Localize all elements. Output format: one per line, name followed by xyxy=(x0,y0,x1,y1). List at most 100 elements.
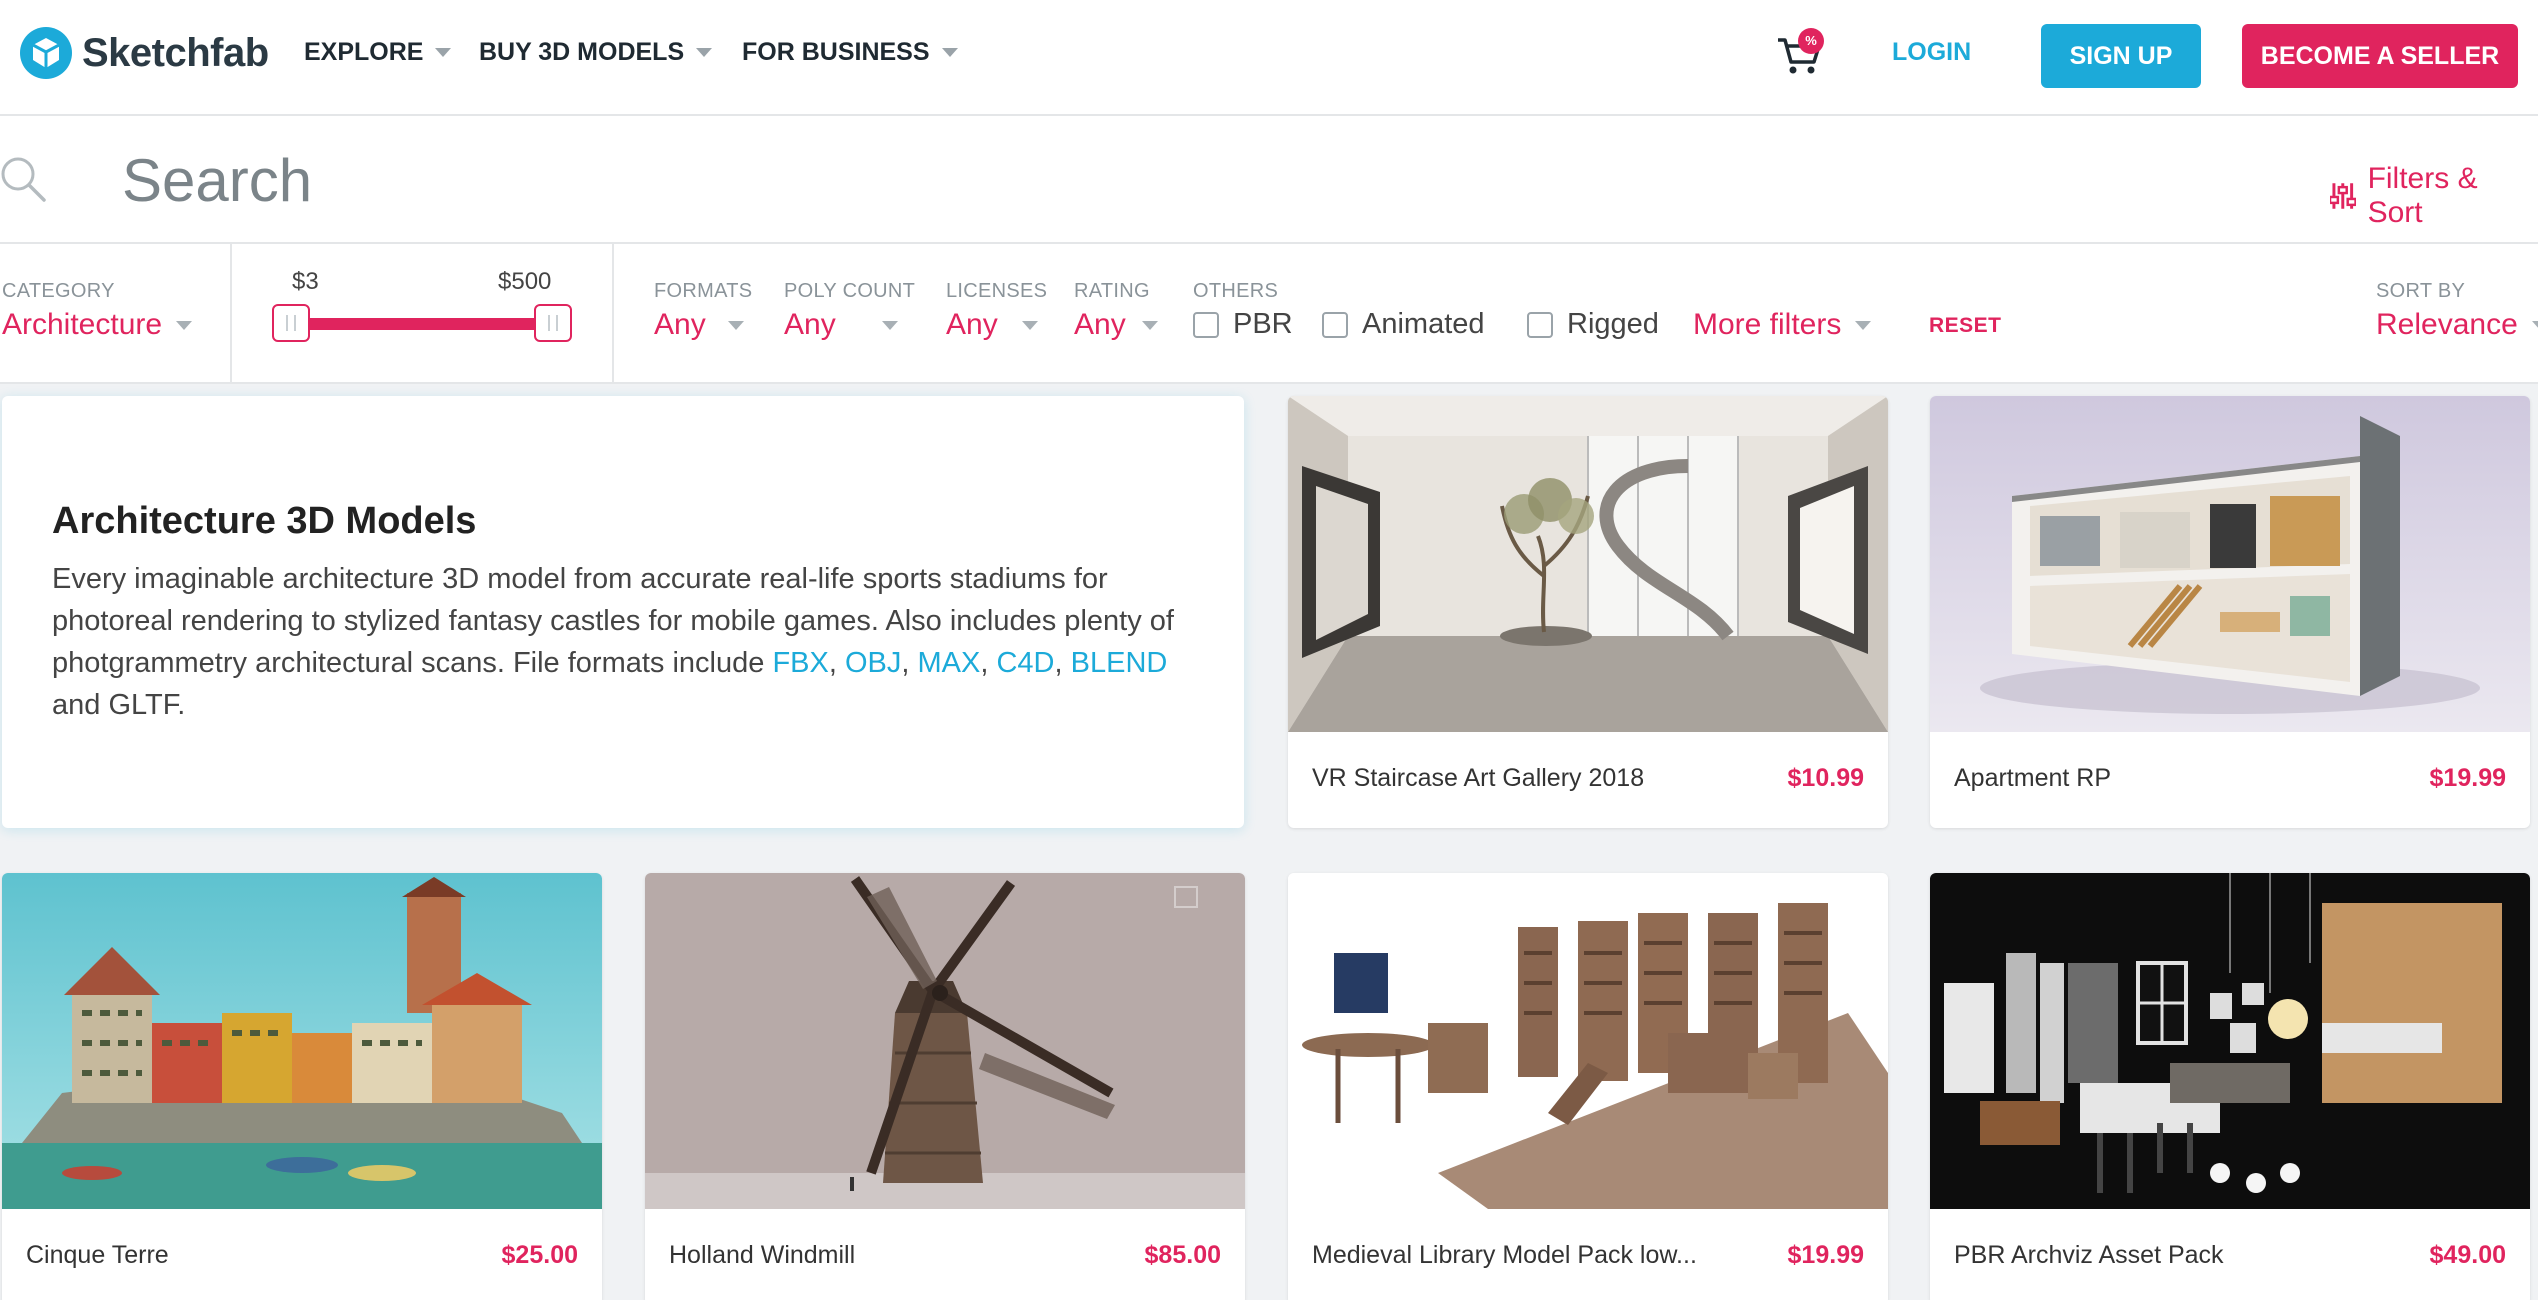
search-icon xyxy=(1,157,46,202)
checkbox-icon xyxy=(1193,311,1219,338)
checkbox-icon xyxy=(1322,311,1348,338)
rigged-checkbox[interactable]: Rigged xyxy=(1527,308,1659,341)
login-link[interactable]: LOGIN xyxy=(1892,38,1971,67)
sort-by-label: SORT BY xyxy=(2376,280,2466,302)
price-min-handle[interactable] xyxy=(272,304,310,342)
apartment-thumbnail-image xyxy=(1930,396,2530,732)
sort-value: Relevance xyxy=(2376,308,2518,341)
chevron-down-icon xyxy=(435,48,452,57)
filter-bar: CATEGORY Architecture $3 $500 FORMATS An… xyxy=(0,244,2538,384)
model-title[interactable]: VR Staircase Art Gallery 2018 xyxy=(1312,764,1644,793)
pbr-label: PBR xyxy=(1233,308,1293,340)
model-thumbnail[interactable] xyxy=(645,873,1245,1209)
checkbox-icon xyxy=(1527,311,1553,338)
divider xyxy=(612,244,614,384)
rigged-label: Rigged xyxy=(1567,308,1659,340)
licenses-value: Any xyxy=(946,308,998,341)
model-card[interactable]: Holland Windmill $85.00 xyxy=(645,873,1245,1300)
more-filters-dropdown[interactable]: More filters xyxy=(1693,308,1872,342)
poly-count-value: Any xyxy=(784,308,836,341)
formats-dropdown[interactable]: Any xyxy=(654,308,744,342)
cart-badge: % xyxy=(1798,28,1824,54)
model-thumbnail[interactable] xyxy=(1930,873,2530,1209)
sliders-icon xyxy=(2330,183,2356,209)
signup-button[interactable]: SIGN UP xyxy=(2041,24,2201,88)
model-title[interactable]: Holland Windmill xyxy=(669,1241,855,1270)
model-price: $19.99 xyxy=(1787,1241,1864,1269)
nav-explore[interactable]: EXPLORE xyxy=(304,38,452,67)
rating-label: RATING xyxy=(1074,280,1150,302)
rating-dropdown[interactable]: Any xyxy=(1074,308,1158,342)
category-description: Every imaginable architecture 3D model f… xyxy=(52,563,1174,721)
poly-count-label: POLY COUNT xyxy=(784,280,916,302)
model-title[interactable]: Cinque Terre xyxy=(26,1241,169,1270)
model-title[interactable]: PBR Archviz Asset Pack xyxy=(1954,1241,2224,1270)
chevron-down-icon xyxy=(727,320,744,330)
format-link-obj[interactable]: OBJ xyxy=(845,647,901,679)
archviz-thumbnail-image xyxy=(1930,873,2530,1209)
model-card[interactable]: Medieval Library Model Pack low... $19.9… xyxy=(1288,873,1888,1300)
library-thumbnail-image xyxy=(1288,873,1888,1209)
nav-business-label: FOR BUSINESS xyxy=(742,38,930,66)
model-thumbnail[interactable] xyxy=(1288,873,1888,1209)
filters-sort-label: Filters & Sort xyxy=(2367,162,2478,229)
filters-sort-button[interactable]: Filters & Sort xyxy=(2330,162,2538,230)
chevron-down-icon xyxy=(1855,320,1872,330)
format-link-fbx[interactable]: FBX xyxy=(772,647,828,679)
model-thumbnail[interactable] xyxy=(1930,396,2530,732)
rating-value: Any xyxy=(1074,308,1126,341)
model-thumbnail[interactable] xyxy=(2,873,602,1209)
chevron-down-icon xyxy=(941,48,958,57)
windmill-thumbnail-image xyxy=(645,873,1245,1209)
category-intro-card: Architecture 3D Models Every imaginable … xyxy=(2,396,1244,828)
sketchfab-page: Sketchfab EXPLORE BUY 3D MODELS FOR BUSI… xyxy=(0,0,2538,1300)
cinque-terre-thumbnail-image xyxy=(2,873,602,1209)
format-link-max[interactable]: MAX xyxy=(918,647,981,679)
sort-dropdown[interactable]: Relevance xyxy=(2376,308,2538,342)
animated-checkbox[interactable]: Animated xyxy=(1322,308,1485,341)
price-min-label: $3 xyxy=(292,268,319,295)
price-max-label: $500 xyxy=(498,268,552,295)
chevron-down-icon xyxy=(1141,320,1158,330)
gallery-thumbnail-image xyxy=(1288,396,1888,732)
poly-count-dropdown[interactable]: Any xyxy=(784,308,898,342)
nav-for-business[interactable]: FOR BUSINESS xyxy=(742,38,958,67)
model-price: $85.00 xyxy=(1144,1241,1221,1269)
sketchfab-logo-icon xyxy=(20,27,72,79)
become-seller-button[interactable]: BECOME A SELLER xyxy=(2242,24,2518,88)
category-dropdown[interactable]: Architecture xyxy=(2,308,193,342)
reset-button[interactable]: RESET xyxy=(1929,314,2002,338)
format-link-c4d[interactable]: C4D xyxy=(996,647,1054,679)
format-link-blend[interactable]: BLEND xyxy=(1071,647,1168,679)
model-thumbnail[interactable] xyxy=(1288,396,1888,732)
model-card[interactable]: PBR Archviz Asset Pack $49.00 xyxy=(1930,873,2530,1300)
model-price: $25.00 xyxy=(501,1241,578,1269)
animated-label: Animated xyxy=(1362,308,1485,340)
model-price: $10.99 xyxy=(1787,764,1864,792)
divider xyxy=(230,244,232,384)
logo[interactable]: Sketchfab xyxy=(20,26,269,80)
description-text-end: and GLTF. xyxy=(52,689,186,721)
chevron-down-icon xyxy=(1021,320,1038,330)
model-card[interactable]: Cinque Terre $25.00 xyxy=(2,873,602,1300)
model-title[interactable]: Medieval Library Model Pack low... xyxy=(1312,1241,1697,1270)
model-price: $19.99 xyxy=(2429,764,2506,792)
licenses-label: LICENSES xyxy=(946,280,1048,302)
chevron-down-icon xyxy=(881,320,898,330)
model-title[interactable]: Apartment RP xyxy=(1954,764,2111,793)
model-price: $49.00 xyxy=(2429,1241,2506,1269)
more-filters-label: More filters xyxy=(1693,308,1842,341)
model-card[interactable]: VR Staircase Art Gallery 2018 $10.99 xyxy=(1288,396,1888,828)
pbr-checkbox[interactable]: PBR xyxy=(1193,308,1293,341)
model-card[interactable]: Apartment RP $19.99 xyxy=(1930,396,2530,828)
chevron-down-icon xyxy=(696,48,713,57)
others-label: OTHERS xyxy=(1193,280,1279,302)
logo-text: Sketchfab xyxy=(82,30,269,75)
top-header: Sketchfab EXPLORE BUY 3D MODELS FOR BUSI… xyxy=(0,0,2538,116)
search-input[interactable] xyxy=(122,146,1522,214)
nav-buy-3d-models[interactable]: BUY 3D MODELS xyxy=(479,38,713,67)
price-max-handle[interactable] xyxy=(534,304,572,342)
search-bar: Filters & Sort xyxy=(0,116,2538,244)
licenses-dropdown[interactable]: Any xyxy=(946,308,1038,342)
price-slider-track[interactable] xyxy=(292,318,552,330)
